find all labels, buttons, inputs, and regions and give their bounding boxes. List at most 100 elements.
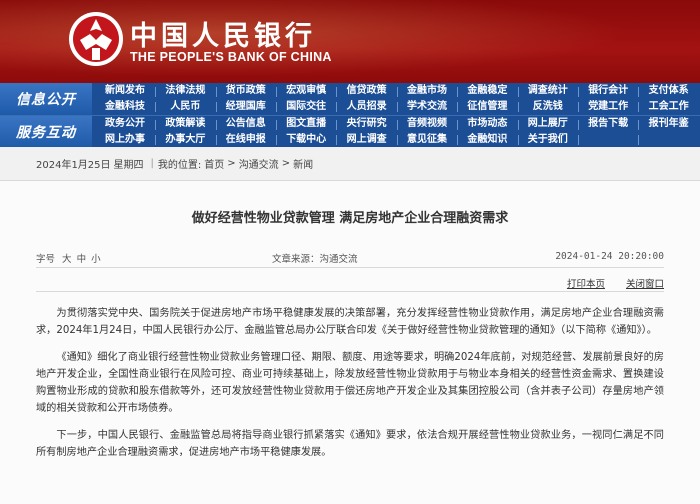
article-paragraph-1: 为贯彻落实党中央、国务院关于促进房地产市场平稳健康发展的决策部署，充分发挥经营性…	[36, 308, 664, 336]
current-weekday: 星期四	[113, 160, 144, 171]
nav-divider	[155, 87, 157, 97]
article-paragraph-3: 下一步，中国人民银行、金融监管总局将指导商业银行抓紧落实《通知》要求，依法合规开…	[36, 430, 664, 458]
nav-divider	[215, 102, 217, 112]
nav-service-link-bottom-2[interactable]: 办事大厅	[156, 132, 214, 148]
nav-info-link-top-6[interactable]: 金融市场	[398, 83, 456, 99]
nav-divider	[517, 120, 519, 130]
nav-divider	[276, 102, 277, 112]
nav-service-link-bottom-8[interactable]: 关于我们	[519, 132, 577, 148]
nav-divider	[578, 87, 579, 97]
nav-service-link-top-6[interactable]: 音频视频	[398, 116, 456, 132]
meta-divider	[36, 267, 664, 268]
nav-divider	[276, 87, 277, 97]
nav-row-service: 服务互动 政务公开 政策解读 公告信息 图文直播 央行研究 音频视频 市场动态 网上展厅 报告下…	[0, 115, 700, 148]
nav-service-link-top-9[interactable]: 报告下载	[579, 116, 637, 132]
nav-divider	[457, 102, 459, 112]
nav-info-link-bottom-5[interactable]: 人员招录	[338, 99, 396, 115]
nav-service-link-top-5[interactable]: 央行研究	[338, 116, 396, 132]
breadcrumb-home[interactable]: 首页	[204, 156, 224, 171]
current-date: 2024年1月25日	[36, 160, 111, 171]
font-size-controls: 字号 大 中 小	[36, 251, 101, 265]
nav-info-link-top-3[interactable]: 货币政策	[217, 83, 275, 99]
article-date: 2024-01-24 20:20:00	[555, 251, 664, 262]
font-size-medium[interactable]: 中	[77, 254, 87, 265]
nav-service-link-top-4[interactable]: 图文直播	[277, 116, 335, 132]
nav-divider	[517, 87, 519, 97]
nav-service-link-top-10[interactable]: 报刊年鉴	[640, 116, 698, 132]
nav-section-service: 服务互动	[0, 116, 92, 148]
nav-info-link-top-1[interactable]: 新闻发布	[96, 83, 154, 99]
nav-divider	[336, 120, 338, 130]
article-paragraph-2: 《通知》细化了商业银行经营性物业贷款业务管理口径、期限、额度、用途等要求，明确2…	[36, 352, 664, 414]
nav-info-link-top-9[interactable]: 银行会计	[579, 83, 637, 99]
nav-info-link-bottom-2[interactable]: 人民币	[156, 99, 214, 115]
nav-service-link-top-7[interactable]: 市场动态	[458, 116, 516, 132]
nav-service-link-top-3[interactable]: 公告信息	[217, 116, 275, 132]
font-size-label: 字号	[36, 254, 56, 265]
nav-service-link-bottom-6[interactable]: 意见征集	[398, 132, 456, 148]
nav-divider	[276, 135, 277, 145]
close-window-link[interactable]: 关闭窗口	[626, 279, 664, 290]
nav-divider	[215, 135, 217, 145]
nav-info-link-bottom-8[interactable]: 反洗钱	[519, 99, 577, 115]
nav-service-link-bottom-7[interactable]: 金融知识	[458, 132, 516, 148]
font-size-small[interactable]: 小	[91, 254, 101, 265]
nav-info-link-top-10[interactable]: 支付体系	[640, 83, 698, 99]
nav-links-service: 政务公开 政策解读 公告信息 图文直播 央行研究 音频视频 市场动态 网上展厅 报告下载 报刊年鉴…	[96, 116, 700, 148]
nav-service-link-bottom-5[interactable]: 网上调查	[338, 132, 396, 148]
nav-divider	[155, 135, 157, 145]
nav-info-link-bottom-1[interactable]: 金融科技	[96, 99, 154, 115]
article-container: 做好经营性物业贷款管理 满足房地产企业合理融资需求 字号 大 中 小 文章来源：…	[0, 181, 700, 504]
nav-divider	[336, 102, 338, 112]
nav-info-link-bottom-10[interactable]: 工会工作	[640, 99, 698, 115]
nav-info-link-bottom-7[interactable]: 征信管理	[458, 99, 516, 115]
nav-divider	[396, 120, 398, 130]
nav-divider	[215, 87, 217, 97]
nav-divider	[638, 135, 640, 145]
nav-service-link-bottom-4[interactable]: 下载中心	[277, 132, 335, 148]
print-page-link[interactable]: 打印本页	[567, 279, 605, 290]
nav-divider	[578, 120, 579, 130]
nav-divider	[517, 135, 519, 145]
nav-service-link-bottom-1[interactable]: 网上办事	[96, 132, 154, 148]
article-title: 做好经营性物业贷款管理 满足房地产企业合理融资需求	[191, 211, 509, 226]
nav-divider	[578, 102, 579, 112]
article-tools: 打印本页 关闭窗口	[549, 276, 664, 290]
nav-divider	[638, 87, 640, 97]
nav-info-link-top-2[interactable]: 法律法规	[156, 83, 214, 99]
article-body: 为贯彻落实党中央、国务院关于促进房地产市场平稳健康发展的决策部署，充分发挥经营性…	[36, 305, 664, 471]
nav-divider	[638, 120, 640, 130]
nav-divider	[457, 87, 459, 97]
nav-info-link-top-7[interactable]: 金融稳定	[458, 83, 516, 99]
nav-divider	[578, 135, 579, 145]
nav-divider	[155, 102, 157, 112]
site-logo-english[interactable]: THE PEOPLE'S BANK OF CHINA	[130, 50, 332, 64]
nav-divider	[336, 135, 338, 145]
nav-divider	[215, 120, 217, 130]
article-source: 文章来源：沟通交流	[272, 254, 358, 265]
nav-info-link-top-5[interactable]: 信贷政策	[338, 83, 396, 99]
nav-info-link-bottom-3[interactable]: 经理国库	[217, 99, 275, 115]
nav-info-link-bottom-6[interactable]: 学术交流	[398, 99, 456, 115]
nav-service-link-bottom-3[interactable]: 在线申报	[217, 132, 275, 148]
nav-info-link-top-8[interactable]: 调查统计	[519, 83, 577, 99]
pboc-emblem-icon[interactable]	[68, 10, 124, 68]
nav-info-link-top-4[interactable]: 宏观审慎	[277, 83, 335, 99]
nav-service-link-top-1[interactable]: 政务公开	[96, 116, 154, 132]
site-logo-chinese[interactable]: 中国人民银行	[130, 14, 316, 53]
nav-divider	[457, 120, 459, 130]
article-meta: 字号 大 中 小 文章来源：沟通交流 2024-01-24 20:20:00	[36, 251, 664, 265]
breadcrumb-level2[interactable]: 新闻	[293, 156, 313, 171]
breadcrumb-separator: >	[227, 158, 236, 169]
nav-info-link-bottom-9[interactable]: 党建工作	[579, 99, 637, 115]
breadcrumb-level1[interactable]: 沟通交流	[239, 156, 279, 171]
nav-info-link-bottom-4[interactable]: 国际交往	[277, 99, 335, 115]
font-size-large[interactable]: 大	[62, 254, 72, 265]
breadcrumb-separator: >	[281, 158, 291, 169]
nav-links-information: 新闻发布 法律法规 货币政策 宏观审慎 信贷政策 金融市场 金融稳定 调查统计 银行会计 支付体系…	[96, 83, 700, 115]
nav-service-link-top-2[interactable]: 政策解读	[156, 116, 214, 132]
nav-service-link-top-8[interactable]: 网上展厅	[519, 116, 577, 132]
nav-divider	[638, 102, 640, 112]
site-header: 中国人民银行 THE PEOPLE'S BANK OF CHINA	[0, 0, 700, 83]
nav-divider	[336, 87, 338, 97]
